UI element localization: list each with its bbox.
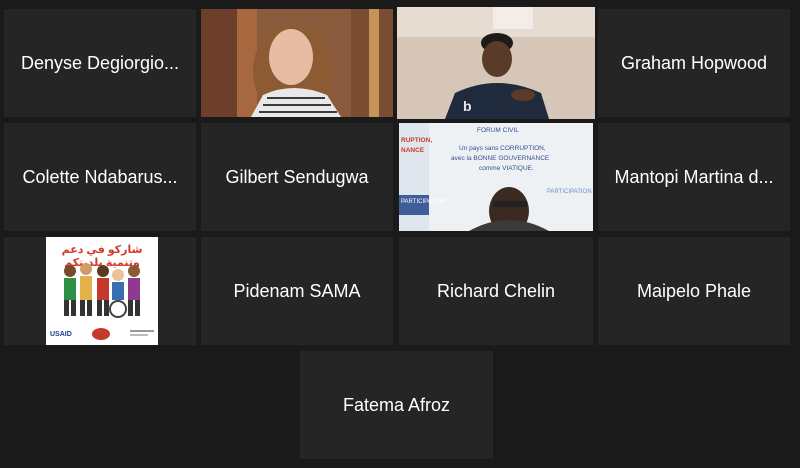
gallery-view: Denyse Degiorgio... b Graham Hopwood Col… (0, 0, 800, 468)
poster-text: PARTICIPATION (547, 189, 592, 195)
poster-text: PARTICIPATION (401, 199, 446, 205)
participant-video-tile[interactable] (201, 9, 393, 117)
profile-image: شاركو في دعم وتنمية بلديتكم USAID (46, 237, 158, 345)
participant-video-tile[interactable]: FORUM CIVIL Un pays sans CORRUPTION, ave… (399, 123, 593, 231)
poster-text: comme VIATIQUE. (479, 165, 534, 172)
poster-text: Un pays sans CORRUPTION, (459, 145, 546, 152)
participant-tile[interactable]: Mantopi Martina d... (598, 123, 790, 231)
participant-name: Fatema Afroz (342, 394, 451, 415)
svg-text:b: b (463, 98, 472, 114)
people-illustration (64, 263, 140, 318)
poster-text: FORUM CIVIL (477, 127, 519, 134)
participant-tile[interactable]: Richard Chelin (399, 237, 593, 345)
participant-tile[interactable]: Graham Hopwood (598, 9, 790, 117)
participant-name: Denyse Degiorgio... (20, 52, 180, 73)
participant-name: Maipelo Phale (636, 280, 752, 301)
participant-tile[interactable]: Fatema Afroz (300, 351, 493, 459)
participant-name: Pidenam SAMA (233, 280, 361, 301)
active-speaker-tile[interactable]: b (397, 7, 595, 119)
poster-text: avec la BONNE GOUVERNANCE (451, 155, 550, 162)
usaid-logo: USAID (50, 330, 72, 338)
participant-video: b (397, 7, 595, 119)
participant-tile[interactable]: Denyse Degiorgio... (4, 9, 196, 117)
participant-name: Graham Hopwood (620, 52, 768, 73)
sponsor-logos: USAID (50, 327, 154, 341)
participant-name: Colette Ndabarus... (22, 166, 178, 187)
participant-name: Mantopi Martina d... (614, 166, 774, 187)
participant-tile[interactable]: Gilbert Sendugwa (201, 123, 393, 231)
participant-name: Gilbert Sendugwa (225, 166, 369, 187)
participant-tile[interactable]: Colette Ndabarus... (4, 123, 196, 231)
participant-video (201, 9, 393, 117)
partner-logo-icon (130, 330, 154, 336)
poster-text: NANCE (401, 147, 425, 154)
emblem-icon (91, 328, 110, 340)
participant-tile[interactable]: Maipelo Phale (598, 237, 790, 345)
participant-image-tile[interactable]: شاركو في دعم وتنمية بلديتكم USAID (4, 237, 196, 345)
participant-tile[interactable]: Pidenam SAMA (201, 237, 393, 345)
participant-name: Richard Chelin (436, 280, 556, 301)
poster-text: RUPTION, (401, 137, 433, 144)
